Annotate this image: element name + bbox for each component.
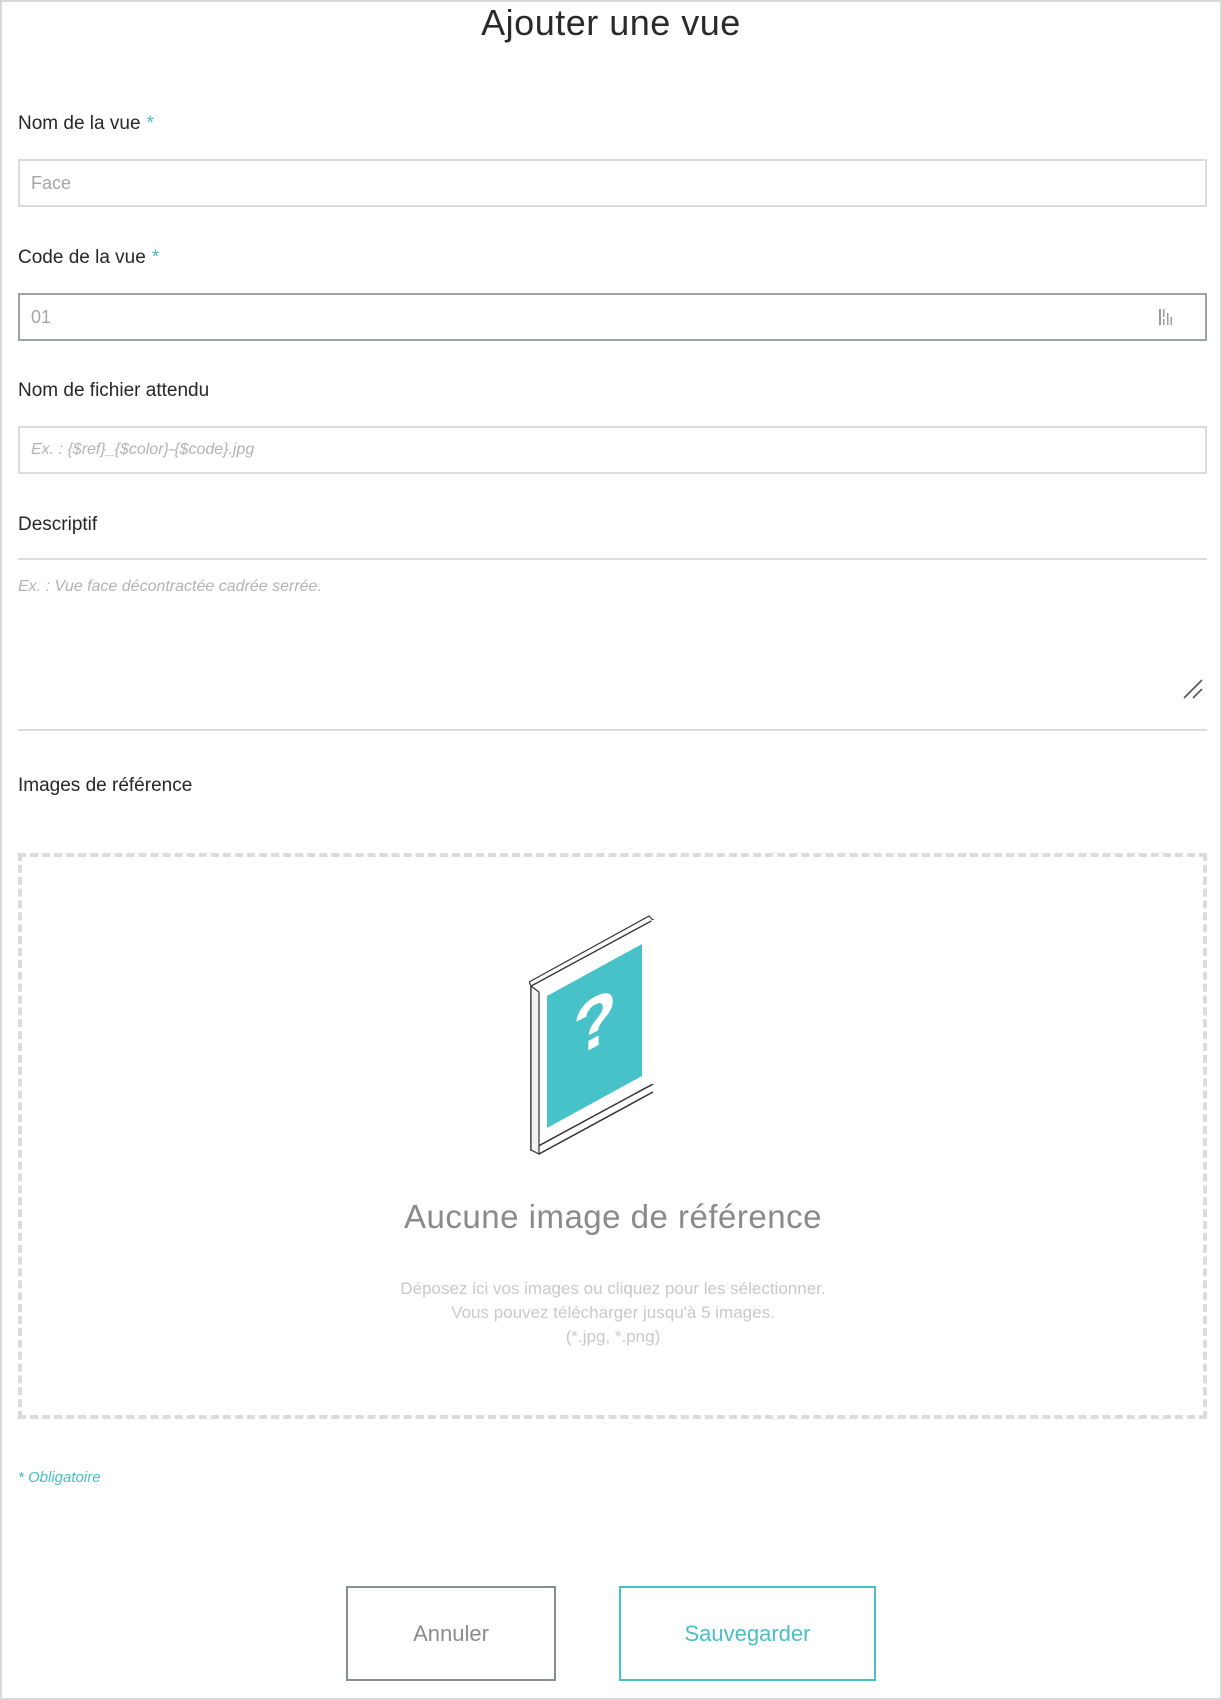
view-code-label-text: Code de la vue xyxy=(18,247,146,268)
view-code-label: Code de la vue * xyxy=(18,247,159,269)
mandatory-note: * Obligatoire xyxy=(18,1469,101,1486)
save-button[interactable]: Sauvegarder xyxy=(619,1586,876,1681)
expected-filename-label: Nom de fichier attendu xyxy=(18,380,210,401)
required-mark: * xyxy=(146,113,154,134)
expected-filename-input[interactable] xyxy=(18,426,1207,474)
view-name-label-text: Nom de la vue xyxy=(18,113,141,134)
view-name-label: Nom de la vue * xyxy=(18,113,154,135)
resize-handle-icon[interactable] xyxy=(1182,678,1204,700)
description-label: Descriptif xyxy=(18,514,98,535)
add-view-dialog: Ajouter une vue Nom de la vue* Code de l… xyxy=(0,0,1222,1700)
dialog-title: Ajouter une vue xyxy=(481,2,741,43)
cancel-button[interactable]: Annuler xyxy=(346,1586,556,1681)
barcode-icon[interactable] xyxy=(1158,308,1174,326)
view-name-input[interactable] xyxy=(18,159,1207,207)
required-mark: * xyxy=(151,247,160,268)
view-code-input[interactable] xyxy=(18,293,1207,341)
unknown-image-icon: ? xyxy=(529,915,655,1155)
dropzone-hint: Déposez ici vos images ou cliquez pour l… xyxy=(400,1279,826,1298)
reference-images-label: Images de référence xyxy=(18,775,193,796)
dropzone-hint: (*.jpg, *.png) xyxy=(565,1327,661,1346)
empty-state-title: Aucune image de référence xyxy=(404,1198,822,1235)
dropzone-hint: Vous pouvez télécharger jusqu'à 5 images… xyxy=(451,1303,775,1322)
description-textarea[interactable] xyxy=(18,558,1207,731)
